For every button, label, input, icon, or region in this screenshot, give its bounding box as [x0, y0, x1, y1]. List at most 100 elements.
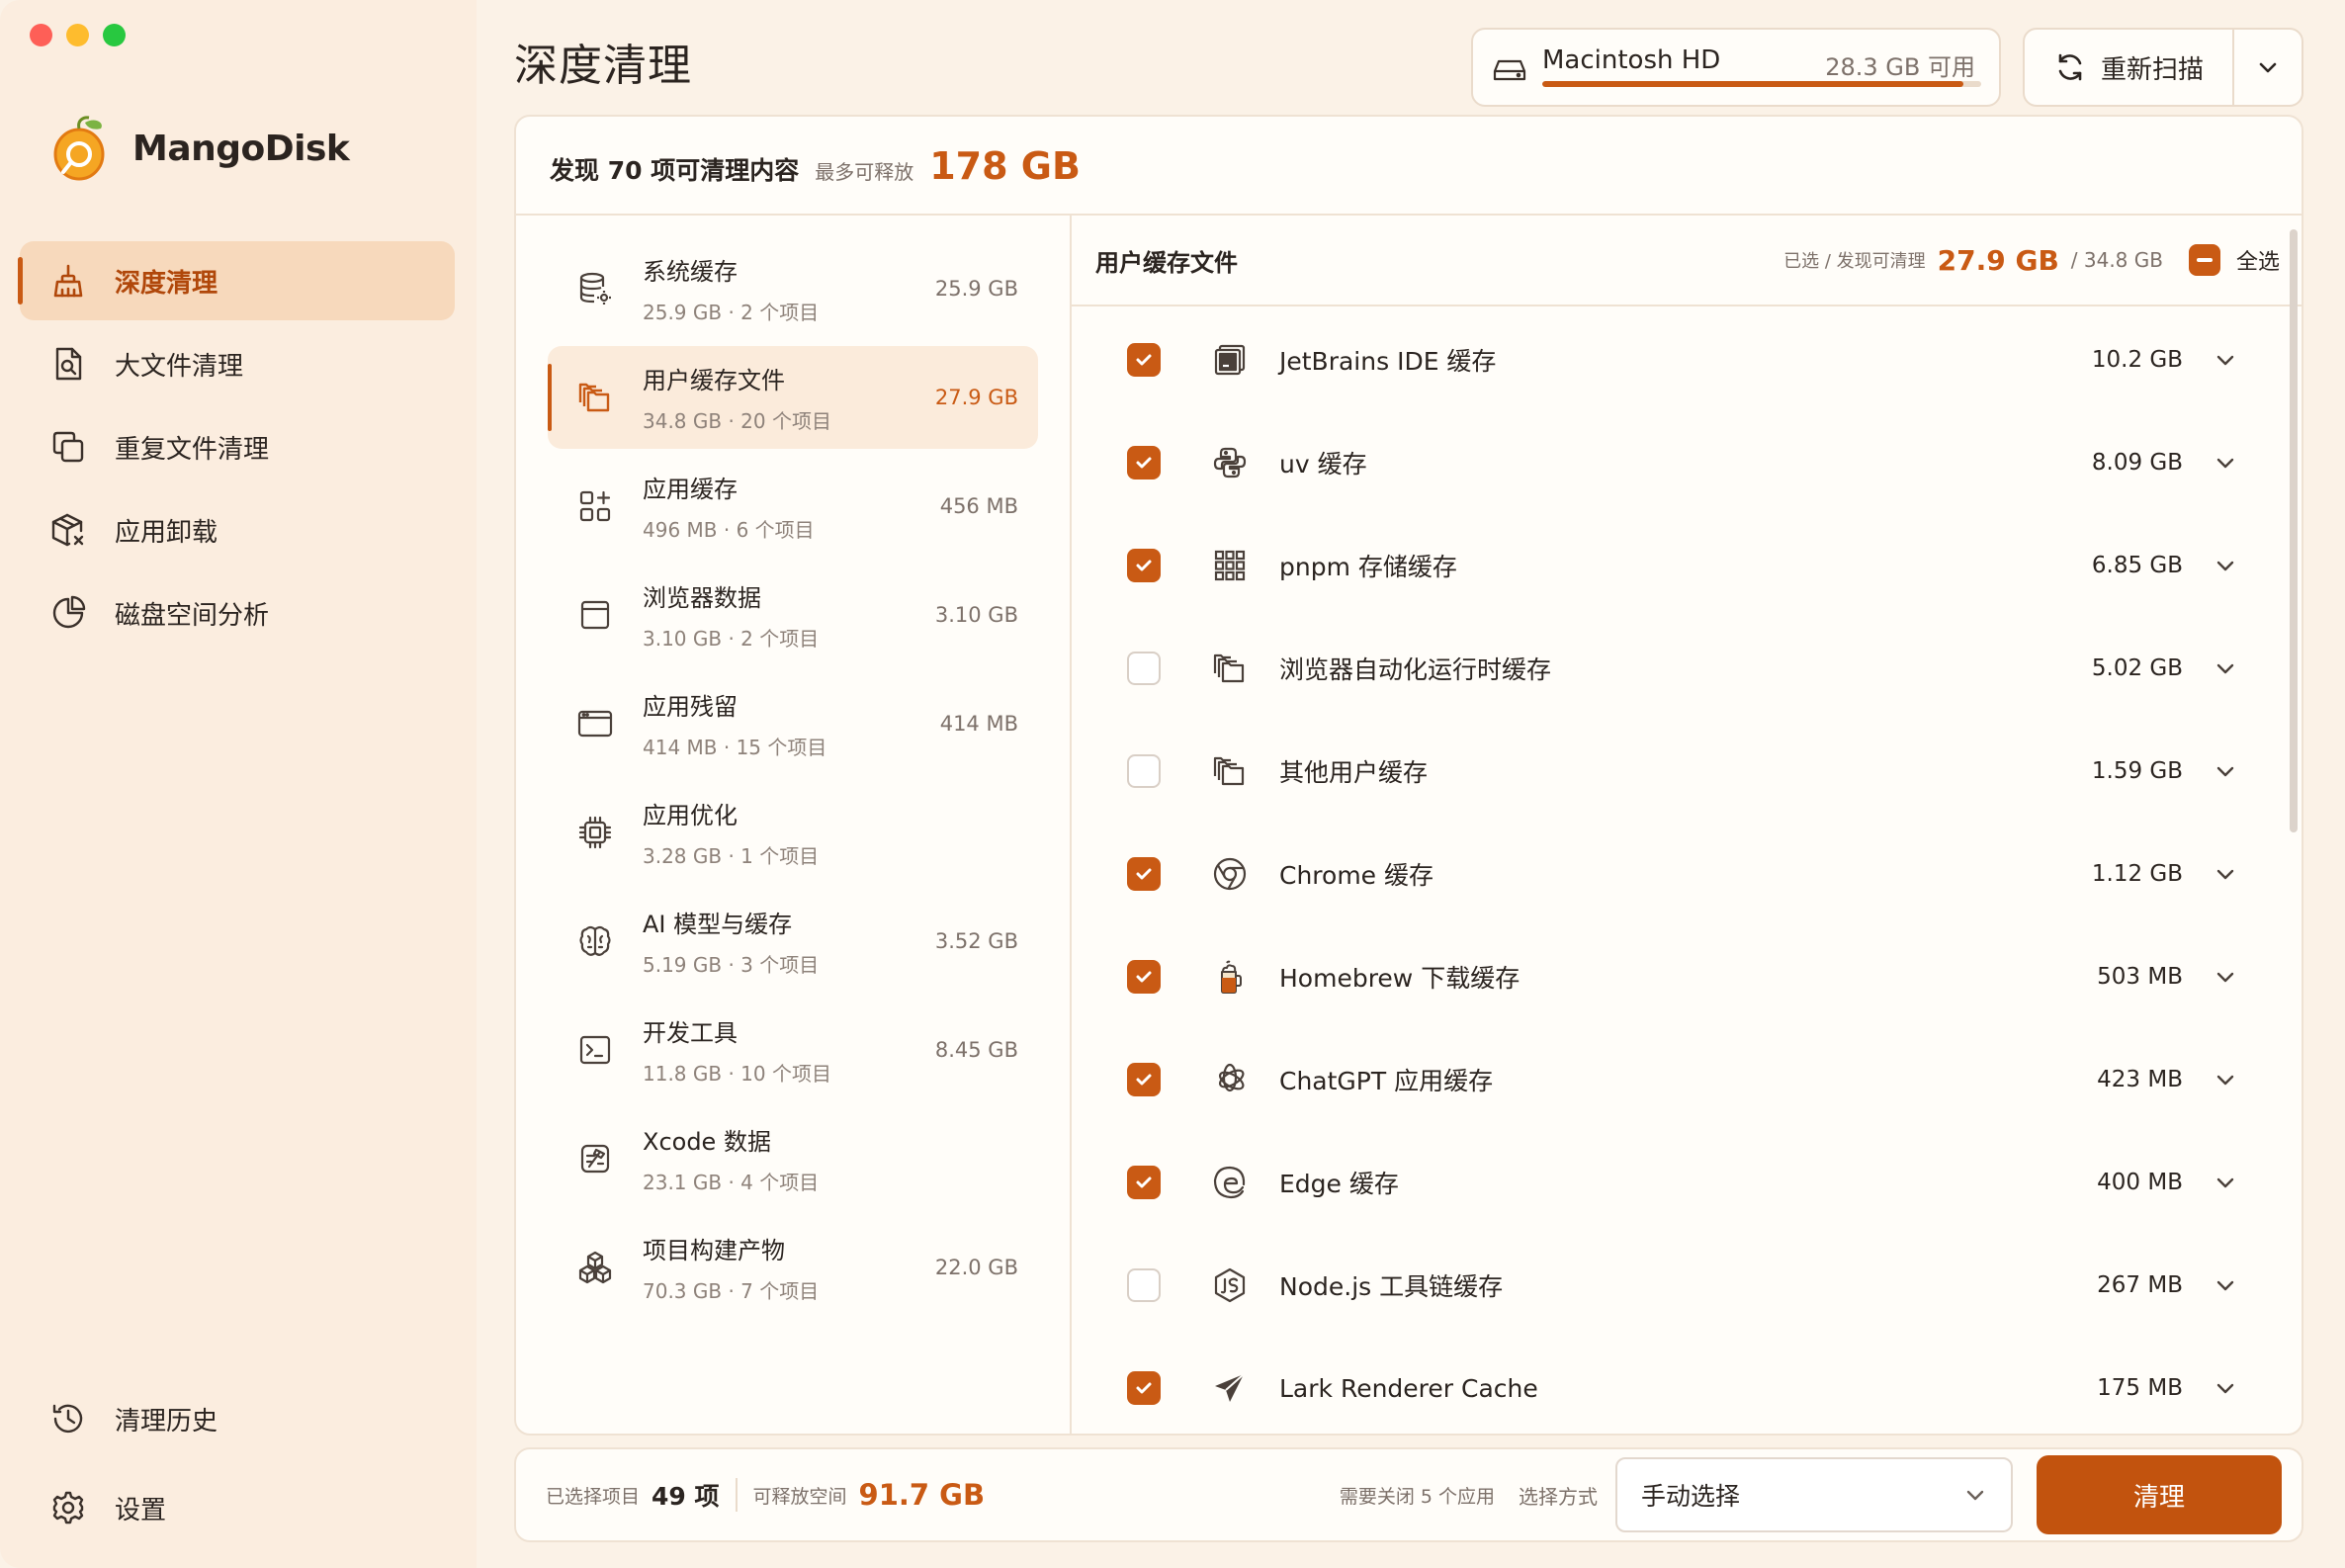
expand-row-button[interactable] — [2213, 1272, 2238, 1298]
sidebar-item-deep-clean[interactable]: 深度清理 — [18, 241, 455, 320]
category-size: 456 MB — [939, 494, 1018, 518]
cache-row-browser-automation[interactable]: 浏览器自动化运行时缓存 5.02 GB — [1072, 617, 2302, 720]
zoom-window-button[interactable] — [103, 24, 126, 46]
sidebar-item-large-files[interactable]: 大文件清理 — [20, 324, 455, 403]
sidebar-item-history[interactable]: 清理历史 — [20, 1376, 455, 1461]
category-app-optimize[interactable]: 应用优化 3.28 GB · 1 个项目 — [548, 781, 1038, 884]
sidebar-item-uninstall[interactable]: 应用卸载 — [20, 490, 455, 569]
category-user-cache[interactable]: 用户缓存文件 34.8 GB · 20 个项目 27.9 GB — [548, 346, 1038, 449]
row-name: pnpm 存储缓存 — [1279, 553, 1457, 581]
expand-row-button[interactable] — [2213, 655, 2238, 681]
row-size: 1.59 GB — [2091, 758, 2183, 784]
category-app-leftovers[interactable]: 应用残留 414 MB · 15 个项目 414 MB — [548, 672, 1038, 775]
chevron-down-icon — [2216, 972, 2234, 983]
scan-summary: 发现 70 项可清理内容 最多可释放 178 GB — [516, 117, 2302, 216]
row-checkbox[interactable] — [1127, 446, 1161, 479]
disk-usage-fill — [1542, 81, 1964, 87]
expand-row-button[interactable] — [2213, 758, 2238, 784]
row-checkbox[interactable] — [1127, 1268, 1161, 1302]
category-dev-tools[interactable]: 开发工具 11.8 GB · 10 个项目 8.45 GB — [548, 999, 1038, 1101]
row-checkbox[interactable] — [1127, 343, 1161, 377]
cache-row-homebrew[interactable]: Homebrew 下载缓存 503 MB — [1072, 925, 2302, 1028]
expand-row-button[interactable] — [2213, 1375, 2238, 1401]
cache-row-nodejs[interactable]: Node.js 工具链缓存 267 MB — [1072, 1234, 2302, 1337]
stacked-folders-icon — [1210, 751, 1250, 791]
category-meta: 496 MB · 6 个项目 — [643, 518, 815, 542]
expand-row-button[interactable] — [2213, 347, 2238, 373]
row-name: Homebrew 下载缓存 — [1279, 964, 1520, 993]
cache-row-uv[interactable]: uv 缓存 8.09 GB — [1072, 411, 2302, 514]
detail-panel: 用户缓存文件 已选 / 发现可清理 27.9 GB / 34.8 GB 全选 J… — [1072, 216, 2302, 1434]
category-name: 应用残留 — [643, 693, 738, 721]
expand-row-button[interactable] — [2213, 861, 2238, 887]
row-name: JetBrains IDE 缓存 — [1279, 347, 1497, 376]
chevron-down-icon — [2216, 561, 2234, 571]
page-title: 深度清理 — [514, 41, 692, 91]
category-system-cache[interactable]: 系统缓存 25.9 GB · 2 个项目 25.9 GB — [548, 237, 1038, 340]
category-ai-models[interactable]: AI 模型与缓存 5.19 GB · 3 个项目 3.52 GB — [548, 890, 1038, 993]
row-checkbox[interactable] — [1127, 960, 1161, 994]
expand-row-button[interactable] — [2213, 553, 2238, 578]
cache-row-jetbrains[interactable]: JetBrains IDE 缓存 10.2 GB — [1072, 308, 2302, 411]
sidebar-item-disk-analysis[interactable]: 磁盘空间分析 — [20, 573, 455, 653]
rescan-options-button[interactable] — [2234, 30, 2302, 105]
stacked-folders-icon — [575, 378, 615, 417]
category-size: 8.45 GB — [934, 1038, 1018, 1062]
cache-row-lark[interactable]: Lark Renderer Cache 175 MB — [1072, 1337, 2302, 1434]
mango-logo-icon — [53, 116, 105, 181]
sidebar-item-settings[interactable]: 设置 — [20, 1465, 455, 1550]
app-window-icon — [575, 704, 615, 743]
summary-max-label: 最多可释放 — [815, 160, 914, 184]
row-name: 其他用户缓存 — [1279, 758, 1429, 787]
cache-row-edge[interactable]: Edge 缓存 400 MB — [1072, 1131, 2302, 1234]
category-xcode-data[interactable]: Xcode 数据 23.1 GB · 4 个项目 — [548, 1107, 1038, 1210]
category-build-artifacts[interactable]: 项目构建产物 70.3 GB · 7 个项目 22.0 GB — [548, 1216, 1038, 1319]
category-size: 27.9 GB — [934, 386, 1018, 409]
category-browser-data[interactable]: 浏览器数据 3.10 GB · 2 个项目 3.10 GB — [548, 564, 1038, 666]
row-name: 浏览器自动化运行时缓存 — [1279, 655, 1552, 684]
list-scrollbar[interactable] — [2290, 229, 2298, 832]
sidebar-item-label: 重复文件清理 — [115, 434, 270, 465]
chevron-down-icon — [2216, 663, 2234, 674]
row-checkbox[interactable] — [1127, 549, 1161, 582]
cache-row-pnpm[interactable]: pnpm 存储缓存 6.85 GB — [1072, 514, 2302, 617]
sidebar-item-label: 磁盘空间分析 — [115, 600, 270, 631]
selection-mode-select[interactable]: 手动选择 — [1615, 1457, 2013, 1532]
refresh-icon — [2058, 53, 2082, 81]
rescan-button[interactable]: 重新扫描 — [2025, 30, 2234, 105]
clean-button[interactable]: 清理 — [2037, 1455, 2282, 1534]
category-name: 项目构建产物 — [643, 1237, 785, 1264]
row-checkbox[interactable] — [1127, 754, 1161, 788]
expand-row-button[interactable] — [2213, 1170, 2238, 1195]
row-checkbox[interactable] — [1127, 857, 1161, 891]
action-bar: 已选择项目 49 项 可释放空间 91.7 GB 需要关闭 5 个应用 选择方式… — [514, 1447, 2303, 1542]
expand-row-button[interactable] — [2213, 450, 2238, 476]
duplicate-icon — [49, 428, 87, 466]
apps-to-close-notice[interactable]: 需要关闭 5 个应用 — [1340, 1482, 1495, 1509]
sidebar-item-duplicates[interactable]: 重复文件清理 — [20, 407, 455, 486]
category-name: 用户缓存文件 — [643, 367, 785, 394]
close-window-button[interactable] — [30, 24, 52, 46]
category-size: 3.10 GB — [934, 603, 1018, 627]
minimize-window-button[interactable] — [66, 24, 89, 46]
row-checkbox[interactable] — [1127, 1371, 1161, 1405]
row-checkbox[interactable] — [1127, 1063, 1161, 1096]
detail-selected-size: 27.9 GB — [1937, 243, 2059, 277]
expand-row-button[interactable] — [2213, 1067, 2238, 1092]
row-checkbox[interactable] — [1127, 652, 1161, 685]
category-app-cache[interactable]: 应用缓存 496 MB · 6 个项目 456 MB — [548, 455, 1038, 558]
row-checkbox[interactable] — [1127, 1166, 1161, 1199]
sidebar-bottom-nav: 清理历史 设置 — [20, 1376, 455, 1554]
category-list: 系统缓存 25.9 GB · 2 个项目 25.9 GB 用户缓存文件 34.8 G… — [516, 216, 1072, 1434]
app-window: MangoDisk 深度清理 大文件清理 重复文件清理 应用卸载 磁盘空间分析 … — [0, 0, 2345, 1568]
cache-row-other-user[interactable]: 其他用户缓存 1.59 GB — [1072, 720, 2302, 823]
cache-row-chatgpt[interactable]: ChatGPT 应用缓存 423 MB — [1072, 1028, 2302, 1131]
select-all-checkbox[interactable] — [2188, 244, 2220, 276]
expand-row-button[interactable] — [2213, 964, 2238, 990]
window-controls — [30, 24, 126, 46]
select-all-label[interactable]: 全选 — [2236, 244, 2280, 276]
disk-selector[interactable]: Macintosh HD 28.3 GB 可用 — [1471, 28, 2001, 107]
chevron-down-icon — [2216, 766, 2234, 777]
row-name: Node.js 工具链缓存 — [1279, 1272, 1504, 1301]
cache-row-chrome[interactable]: Chrome 缓存 1.12 GB — [1072, 823, 2302, 925]
